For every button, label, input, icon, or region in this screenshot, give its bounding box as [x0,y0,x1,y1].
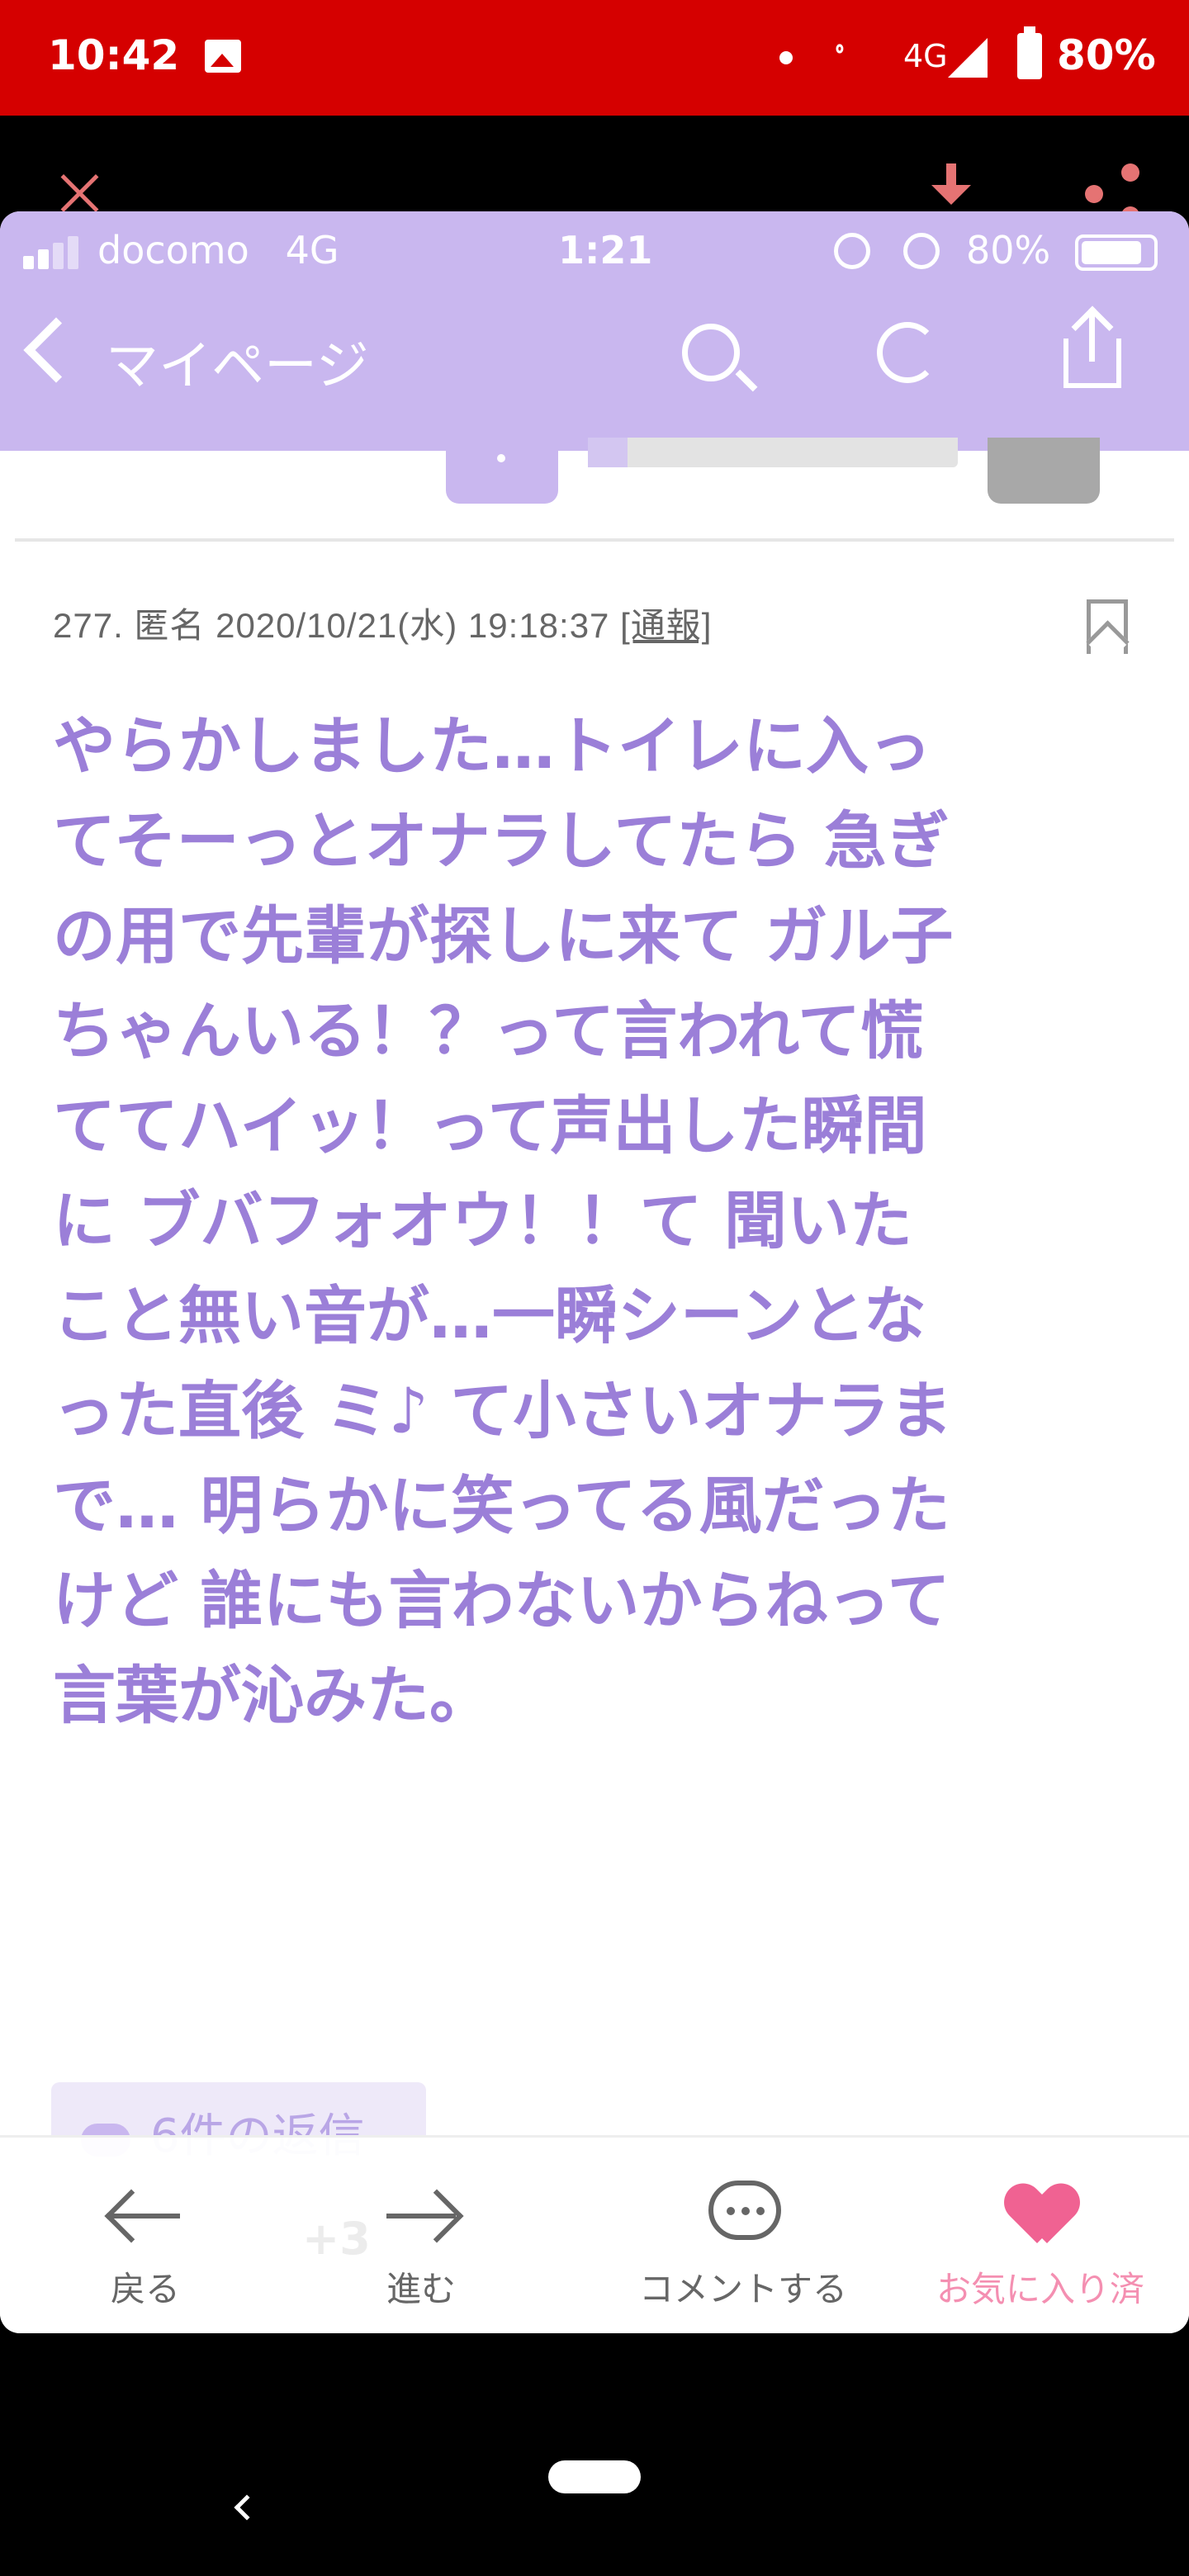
nav-back-icon[interactable] [234,2494,260,2521]
back-button[interactable]: 戻る [38,2138,253,2333]
post-header: 277. 匿名 2020/10/21(水) 19:18:37 [53,606,621,645]
comment-line: けど 誰にも言わないからねって [53,1564,950,1637]
upload-share-icon[interactable] [1063,305,1121,388]
ios-header: docomo 4G 1:21 80% マイページ [0,211,1189,451]
partial-button[interactable] [988,438,1100,504]
partial-button[interactable] [446,438,558,504]
comment-line: ちゃんいる！？って言われて慌 [53,994,924,1068]
favorite-label: お気に入り済 [936,2269,1144,2309]
bookmark-icon[interactable] [1087,599,1128,654]
cellular-signal-icon [23,233,84,269]
comment-label: コメントする [638,2269,847,2309]
ios-carrier: docomo 4G [97,228,339,272]
android-clock: 10:42 [48,31,180,79]
comment-line: った直後 ミ♪ て小さいオナラま [53,1374,953,1447]
notification-dot-icon [779,51,793,64]
rotation-lock-icon [834,233,870,269]
comment-line: てそーっとオナラしてたら 急ぎ [53,804,950,878]
comment-icon [708,2181,781,2240]
favorite-button[interactable]: お気に入り済 [917,2138,1164,2333]
browser-nav-bar: マイページ [0,286,1189,451]
arrow-left-icon [107,2192,183,2242]
comment-line: ててハイッ！って声出した瞬間 [53,1089,927,1163]
ios-status-bar: docomo 4G 1:21 80% [0,211,1189,286]
heart-icon [1009,2185,1075,2245]
android-status-bar: 10:42 ﾟ 4G 80% [0,0,1189,116]
signal-icon [948,38,988,78]
mypage-back-link[interactable]: マイページ [106,324,369,400]
image-viewer-toolbar [0,116,1189,225]
home-pill[interactable] [548,2460,641,2493]
arrow-right-icon [383,2192,459,2242]
comment-line: の用で先輩が探しに来て ガル子 [53,899,954,973]
comment-line: こと無い音が…一瞬シーンとな [53,1279,926,1352]
alarm-icon [903,233,940,269]
comment-line: やらかしました…トイレに入っ [53,709,931,783]
volte-icon: ﾟ [836,43,852,81]
comment-button[interactable]: コメントする [611,2138,875,2333]
post-meta: 277. 匿名 2020/10/21(水) 19:18:37 [通報] [53,598,712,648]
back-label: 戻る [110,2269,180,2309]
close-icon[interactable] [54,168,104,218]
chevron-left-icon[interactable] [23,317,89,383]
android-nav-bar [0,2333,1189,2576]
ios-battery-percent: 80% [966,228,1051,272]
comment-body: やらかしました…トイレに入っ てそーっとオナラしてたら 急ぎ の用で先輩が探しに… [53,698,1151,1743]
comment-line: 言葉が沁みた。 [53,1659,492,1732]
ios-clock: 1:21 [558,228,653,272]
forward-label: 進む [386,2269,456,2309]
search-icon[interactable] [682,324,740,381]
android-network-type: 4G [903,38,948,74]
plus-count: +3 [302,2213,371,2265]
report-link[interactable]: [通報] [620,606,712,645]
image-notification-icon [205,40,241,73]
screenshot-panel: docomo 4G 1:21 80% マイページ 277. 匿名 2020/10… [0,211,1189,2333]
battery-icon [1017,26,1042,79]
divider [15,538,1174,542]
android-battery-percent: 80% [1057,31,1156,79]
bottom-toolbar: 戻る 進む コメントする お気に入り済 [0,2135,1189,2333]
partial-progress-bar [588,438,958,467]
comment-line: で… 明らかに笑ってる風だった [53,1469,950,1542]
reload-icon[interactable] [877,322,938,383]
comment-line: に ブバフォオウ！！て 聞いた [53,1184,912,1257]
ios-battery-icon [1075,234,1158,271]
